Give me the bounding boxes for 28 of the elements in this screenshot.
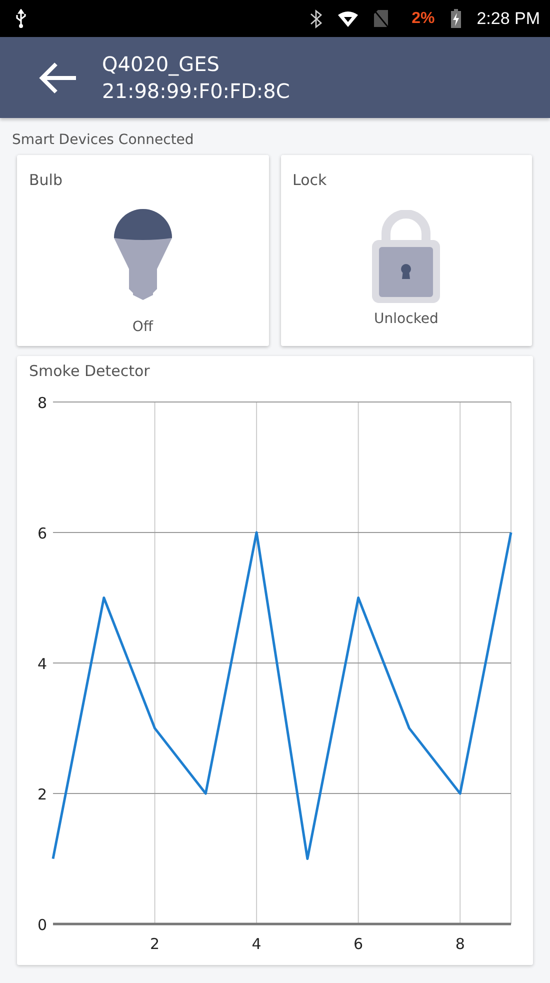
x-tick-label: 8 (455, 934, 465, 952)
bluetooth-icon (310, 8, 322, 28)
device-name: Lock (292, 170, 328, 191)
device-status: Unlocked (373, 310, 440, 329)
battery-charging-icon (450, 9, 461, 28)
battery-percent: 2% (412, 8, 435, 28)
wifi-icon (338, 10, 358, 26)
no-sim-icon (374, 10, 388, 27)
y-tick-label: 4 (37, 654, 47, 672)
x-tick-label: 4 (252, 934, 262, 952)
device-card[interactable]: Lock Unlocked (280, 155, 532, 346)
device-card[interactable]: Bulb Off (17, 155, 268, 346)
chart-title: Smoke Detector (28, 361, 151, 382)
y-tick-label: 6 (37, 524, 47, 542)
y-tick-label: 0 (37, 916, 47, 934)
usb-icon (14, 8, 28, 28)
section-title: Smart Devices Connected (11, 131, 195, 150)
back-arrow-icon (38, 60, 78, 94)
device-name: Bulb (29, 170, 64, 191)
x-tick-label: 2 (150, 934, 160, 952)
y-tick-label: 2 (37, 785, 47, 803)
x-tick-label: 6 (354, 934, 364, 952)
device-address: 21:98:99:F0:FD:8C (102, 78, 290, 104)
clock: 2:28 PM (476, 8, 540, 30)
device-status: Off (131, 318, 154, 337)
back-button[interactable] (38, 60, 78, 94)
device-name: Q4020_GES (102, 50, 220, 78)
y-tick-label: 8 (37, 394, 47, 412)
